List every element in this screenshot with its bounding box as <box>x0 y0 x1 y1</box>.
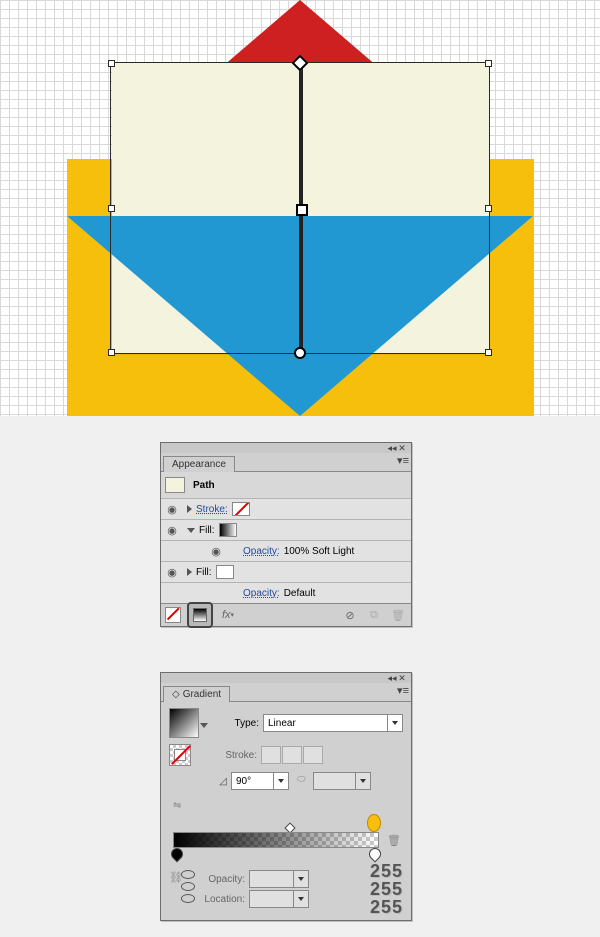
opacity-row-1[interactable]: ◉ Opacity: 100% Soft Light <box>161 541 411 562</box>
close-icon[interactable]: ✕ <box>397 673 407 683</box>
panel-titlebar[interactable]: ◂◂ ✕ <box>161 443 411 453</box>
highlight-marker <box>367 814 381 832</box>
collapse-icon[interactable]: ◂◂ <box>387 443 397 453</box>
add-new-fill-button[interactable] <box>187 602 213 628</box>
fill-row-2[interactable]: ◉ Fill: <box>161 562 411 583</box>
stroke-gradient-mode-group <box>261 746 323 764</box>
chevron-down-icon <box>293 891 308 907</box>
stroke-swatch[interactable] <box>169 744 191 766</box>
opacity-label[interactable]: Opacity: <box>243 588 280 599</box>
gradient-tab[interactable]: ◇Gradient <box>163 686 230 702</box>
visibility-icon[interactable]: ◉ <box>165 523 179 537</box>
stop-location-input <box>249 890 309 908</box>
panel-menu-icon[interactable]: ▾≡ <box>397 684 409 697</box>
visibility-icon[interactable]: ◉ <box>165 502 179 516</box>
link-icon[interactable]: ⛓ <box>169 870 179 884</box>
visibility-icon[interactable]: ◉ <box>209 544 223 558</box>
stop-opacity-input <box>249 870 309 888</box>
opacity-label[interactable]: Opacity: <box>243 546 280 557</box>
canvas-artboard[interactable] <box>0 0 600 416</box>
stroke-label[interactable]: Stroke: <box>196 504 228 515</box>
gradient-annotator-line[interactable] <box>299 62 303 353</box>
collapse-icon[interactable]: ◂◂ <box>387 673 397 683</box>
appearance-tab[interactable]: Appearance <box>163 456 235 472</box>
color-dot <box>181 870 195 879</box>
delete-stop-icon[interactable]: 🗑 <box>387 834 401 847</box>
panels-area: ◂◂ ✕ Appearance ▾≡ Path ◉ Stroke: ◉ Fill… <box>0 416 600 937</box>
expand-icon[interactable] <box>187 505 192 513</box>
stroke-row[interactable]: ◉ Stroke: <box>161 499 411 520</box>
gradient-slider[interactable]: 🗑 <box>169 820 403 860</box>
stroke-mode-across[interactable] <box>303 746 323 764</box>
chevron-down-icon <box>387 715 402 731</box>
fill-row-1[interactable]: ◉ Fill: <box>161 520 411 541</box>
add-effect-button[interactable]: fx▾ <box>219 606 237 624</box>
chevron-down-icon <box>273 773 288 789</box>
opacity-value: Default <box>284 588 316 599</box>
stroke-mode-along[interactable] <box>282 746 302 764</box>
color-dot <box>181 894 195 903</box>
visibility-icon[interactable]: ◉ <box>165 565 179 579</box>
fill-label: Fill: <box>196 567 212 578</box>
gradient-preview-swatch[interactable] <box>169 708 199 738</box>
angle-icon: ◿ <box>215 776 231 787</box>
gradient-type-select[interactable]: Linear <box>263 714 403 732</box>
stroke-swatch-none[interactable] <box>232 502 250 516</box>
aspect-ratio-icon: ⬭ <box>297 774 311 788</box>
location-label: Location: <box>201 894 245 905</box>
new-art-clear-icon[interactable] <box>165 607 181 623</box>
chevron-down-icon <box>293 871 308 887</box>
reverse-gradient-icon[interactable]: ⇋ <box>173 800 181 811</box>
panel-menu-icon[interactable]: ▾≡ <box>397 454 409 467</box>
fill-swatch-white[interactable] <box>216 565 234 579</box>
stroke-mode-within[interactable] <box>261 746 281 764</box>
panel-titlebar[interactable]: ◂◂ ✕ <box>161 673 411 683</box>
gradient-stop-left[interactable] <box>169 846 186 863</box>
gradient-stop-right[interactable] <box>367 846 384 863</box>
appearance-target-row[interactable]: Path <box>161 472 411 499</box>
target-thumbnail <box>165 477 185 493</box>
expand-icon[interactable] <box>187 568 192 576</box>
fill-swatch-gradient[interactable] <box>219 523 237 537</box>
close-icon[interactable]: ✕ <box>397 443 407 453</box>
angle-input[interactable]: 90° <box>231 772 289 790</box>
fill-label: Fill: <box>199 525 215 536</box>
opacity-row-2[interactable]: ◉ Opacity: Default <box>161 583 411 603</box>
stroke-label: Stroke: <box>213 750 257 761</box>
opacity-value: 100% Soft Light <box>284 546 355 557</box>
clear-appearance-icon[interactable]: ⊘ <box>341 606 359 624</box>
opacity-label: Opacity: <box>201 874 245 885</box>
appearance-panel: ◂◂ ✕ Appearance ▾≡ Path ◉ Stroke: ◉ Fill… <box>160 442 412 627</box>
aspect-ratio-input <box>313 772 371 790</box>
color-dot <box>181 882 195 891</box>
gradient-ramp[interactable] <box>173 832 379 848</box>
appearance-footer: fx▾ ⊘ ⧉ 🗑 <box>161 603 411 626</box>
delete-item-icon[interactable]: 🗑 <box>389 606 407 624</box>
type-label: Type: <box>215 718 259 729</box>
rgb-readout: 255 255 255 <box>370 862 403 916</box>
chevron-down-icon <box>355 773 370 789</box>
duplicate-item-icon[interactable]: ⧉ <box>365 606 383 624</box>
gradient-panel: ◂◂ ✕ ◇Gradient ▾≡ Type: Linear Stroke: <box>160 672 412 921</box>
target-type-label: Path <box>193 480 215 491</box>
collapse-icon[interactable] <box>187 528 195 533</box>
